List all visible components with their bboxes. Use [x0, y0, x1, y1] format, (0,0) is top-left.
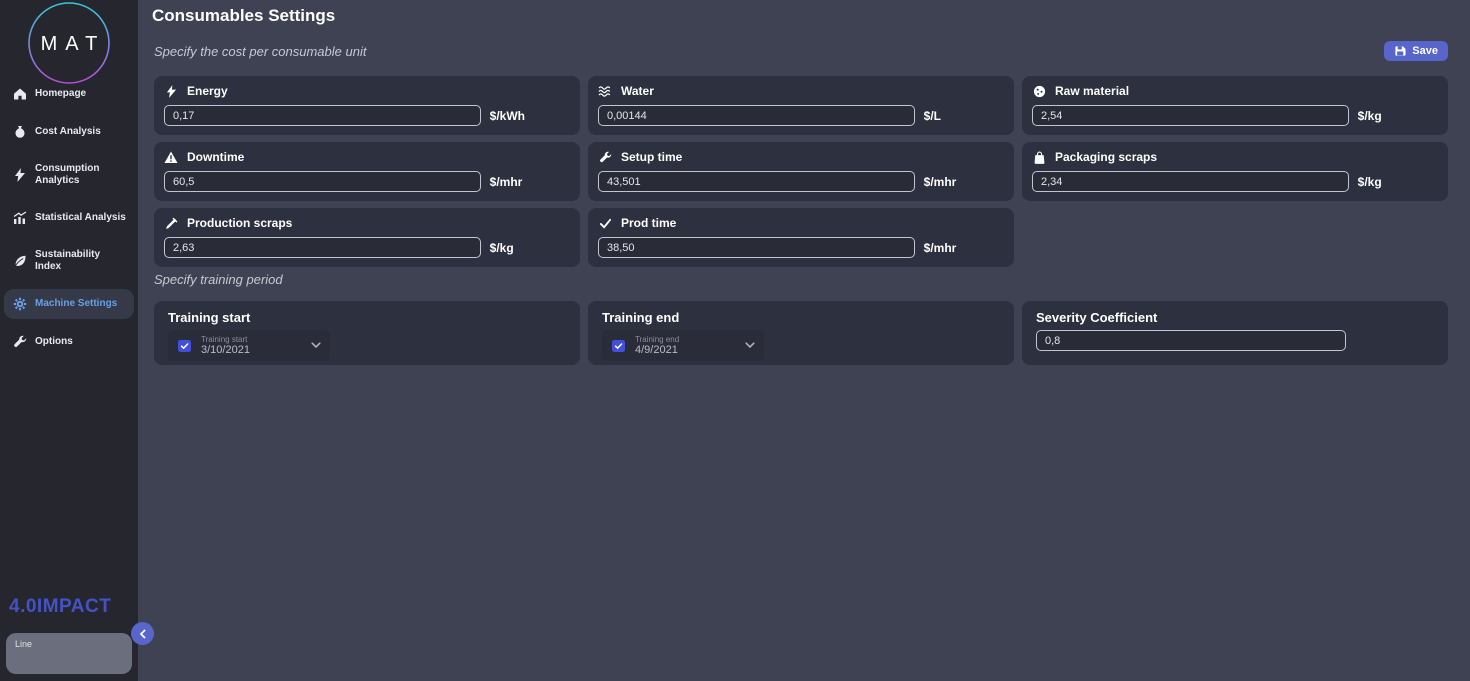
training-end-title: Training end [602, 310, 1000, 325]
sidebar-item-cost-analysis[interactable]: Cost Analysis [4, 117, 134, 147]
sidebar-item-machine-settings[interactable]: Machine Settings [4, 289, 134, 319]
scraps-icon [164, 216, 178, 230]
leaf-icon [13, 254, 27, 268]
card-label: Prod time [621, 216, 676, 230]
calendar-icon [611, 338, 626, 353]
datepicker-field-label: Training end [635, 335, 736, 344]
water-card: Water $/L [588, 76, 1014, 135]
sidebar-item-statistical-analysis[interactable]: Statistical Analysis [4, 203, 134, 233]
sidebar-collapse-button[interactable] [131, 622, 154, 645]
setup-time-card: Setup time $/mhr [588, 142, 1014, 201]
check-icon [598, 216, 612, 230]
bar-chart-icon [13, 211, 27, 225]
training-end-datepicker[interactable]: Training end 4/9/2021 [602, 330, 764, 361]
line-tooltip-label: Line [15, 639, 32, 649]
raw-material-card: Raw material $/kg [1022, 76, 1448, 135]
datepicker-field-label: Training start [201, 335, 302, 344]
chevron-left-icon [138, 629, 148, 639]
sidebar-item-label: Consumption Analytics [35, 163, 128, 187]
card-label: Water [621, 84, 654, 98]
brand-logo: 4.0IMPACT [9, 596, 111, 618]
unit-label: $/kWh [490, 109, 525, 123]
training-start-datepicker[interactable]: Training start 3/10/2021 [168, 330, 330, 361]
training-end-card: Training end Training end 4/9/2021 [588, 301, 1014, 365]
warning-icon [164, 150, 178, 164]
sidebar-item-options[interactable]: Options [4, 327, 134, 357]
training-section-subtitle: Specify training period [154, 272, 283, 287]
training-start-title: Training start [168, 310, 566, 325]
sidebar-item-label: Options [35, 336, 73, 348]
prod-time-cost-input[interactable] [598, 237, 915, 258]
severity-coefficient-card: Severity Coefficient [1022, 301, 1448, 365]
save-button[interactable]: Save [1384, 41, 1448, 61]
cost-cards-grid: Energy $/kWh Water $/L [154, 76, 1448, 267]
raw-material-icon [1032, 84, 1046, 98]
unit-label: $/kg [490, 241, 514, 255]
chevron-down-icon [311, 342, 321, 349]
card-label: Production scraps [187, 216, 292, 230]
training-grid: Training start Training start 3/10/2021 [154, 301, 1448, 365]
severity-coefficient-input[interactable] [1036, 330, 1346, 351]
line-tooltip-panel: Line [6, 633, 132, 674]
card-label: Raw material [1055, 84, 1129, 98]
training-start-card: Training start Training start 3/10/2021 [154, 301, 580, 365]
packaging-scraps-cost-input[interactable] [1032, 171, 1349, 192]
unit-label: $/L [924, 109, 941, 123]
app-logo: MAT [0, 1, 138, 85]
prod-time-card: Prod time $/mhr [588, 208, 1014, 267]
card-label: Packaging scraps [1055, 150, 1157, 164]
packaging-scraps-card: Packaging scraps $/kg [1022, 142, 1448, 201]
sidebar-item-sustainability-index[interactable]: Sustainability Index [4, 241, 134, 281]
unit-label: $/kg [1358, 109, 1382, 123]
home-icon [13, 87, 27, 101]
shopping-bag-icon [1032, 150, 1046, 164]
logo-text: MAT [41, 33, 106, 55]
sidebar-item-homepage[interactable]: Homepage [4, 79, 134, 109]
downtime-card: Downtime $/mhr [154, 142, 580, 201]
unit-label: $/mhr [924, 241, 957, 255]
card-label: Energy [187, 84, 228, 98]
sidebar-item-label: Statistical Analysis [35, 212, 126, 224]
sidebar-menu: Homepage Cost Analysis Consumption Analy… [0, 79, 138, 365]
raw-material-cost-input[interactable] [1032, 105, 1349, 126]
sidebar-item-consumption-analytics[interactable]: Consumption Analytics [4, 155, 134, 195]
bolt-icon [164, 84, 178, 98]
production-scraps-cost-input[interactable] [164, 237, 481, 258]
training-end-date: 4/9/2021 [635, 344, 736, 357]
unit-label: $/kg [1358, 175, 1382, 189]
page-title: Consumables Settings [152, 6, 335, 26]
save-button-label: Save [1412, 45, 1438, 57]
severity-coefficient-title: Severity Coefficient [1036, 310, 1434, 325]
production-scraps-card: Production scraps $/kg [154, 208, 580, 267]
water-cost-input[interactable] [598, 105, 915, 126]
sidebar-item-label: Machine Settings [35, 298, 117, 310]
cost-section-subtitle: Specify the cost per consumable unit [154, 44, 366, 59]
gear-icon [13, 297, 27, 311]
sidebar: MAT Homepage Cost Analysis Consumption A… [0, 0, 138, 681]
downtime-cost-input[interactable] [164, 171, 481, 192]
sidebar-item-label: Sustainability Index [35, 249, 128, 273]
training-start-date: 3/10/2021 [201, 344, 302, 357]
card-label: Setup time [621, 150, 682, 164]
energy-card: Energy $/kWh [154, 76, 580, 135]
calendar-icon [177, 338, 192, 353]
unit-label: $/mhr [924, 175, 957, 189]
bolt-icon [13, 168, 27, 182]
setup-time-cost-input[interactable] [598, 171, 915, 192]
mat-logo-icon: MAT [27, 1, 111, 85]
chevron-down-icon [745, 342, 755, 349]
water-icon [598, 84, 612, 98]
energy-cost-input[interactable] [164, 105, 481, 126]
floppy-disk-icon [1394, 45, 1406, 57]
unit-label: $/mhr [490, 175, 523, 189]
sidebar-item-label: Homepage [35, 88, 86, 100]
money-bag-icon [13, 125, 27, 139]
sidebar-item-label: Cost Analysis [35, 126, 101, 138]
main-content: Consumables Settings Save Specify the co… [138, 0, 1470, 681]
wrench-icon [13, 335, 27, 349]
wrench-icon [598, 150, 612, 164]
card-label: Downtime [187, 150, 244, 164]
